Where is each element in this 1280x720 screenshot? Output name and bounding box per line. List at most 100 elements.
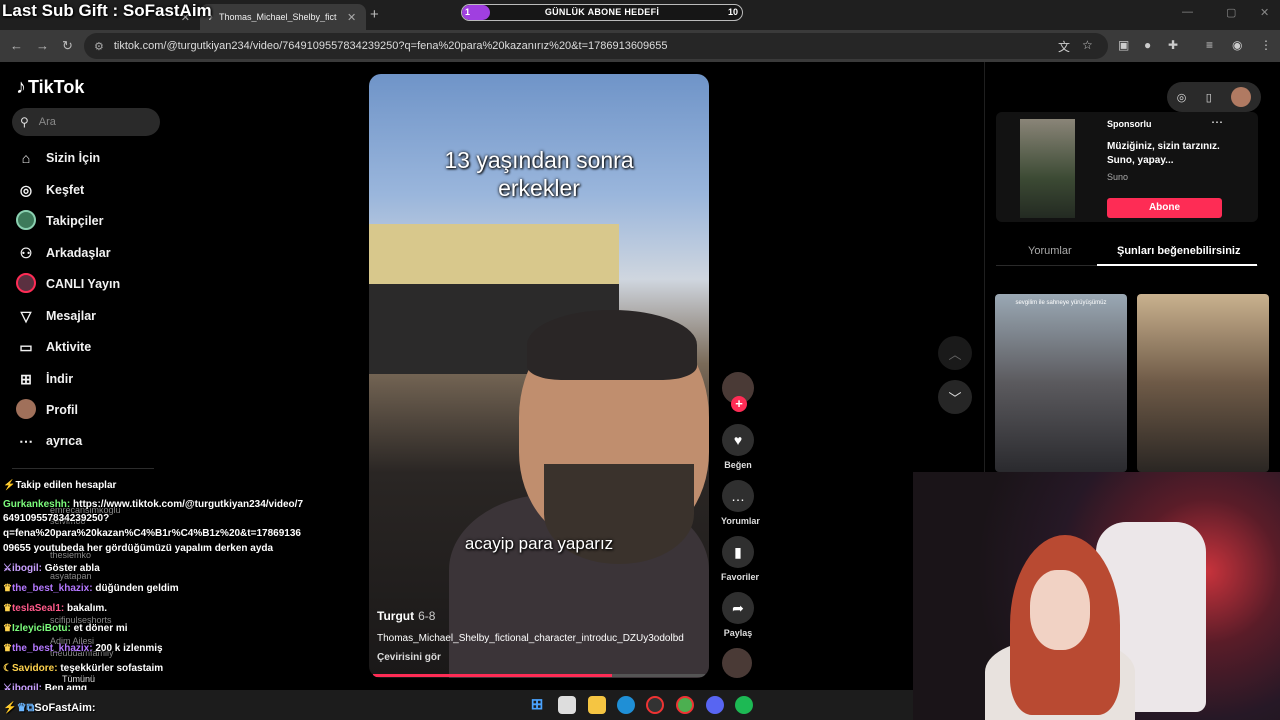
chrome-icon[interactable] (676, 696, 694, 714)
tab-comments[interactable]: Yorumlar (1028, 245, 1072, 257)
reading-list-icon[interactable]: ≡ (1206, 38, 1213, 52)
browser-menu-icon[interactable]: ⋮ (1260, 38, 1272, 52)
suggested-video-thumb[interactable] (1137, 294, 1269, 472)
close-window-icon[interactable]: ✕ (1260, 6, 1269, 19)
sidebar-item-friends[interactable]: ⚇ Arkadaşlar (16, 243, 111, 263)
sidebar-item-profile[interactable]: Profil (16, 398, 78, 422)
file-explorer-icon[interactable] (588, 696, 606, 714)
sidebar-item-label: Arkadaşlar (46, 246, 111, 260)
url-bar[interactable]: ⚙ tiktok.com/@turgutkiyan234/video/76491… (84, 33, 1108, 59)
taskbar (0, 690, 913, 720)
crown-icon: ♛ (3, 643, 12, 654)
crown-icon: ♛ (3, 583, 12, 594)
like-button[interactable]: ♥ Beğen (721, 424, 755, 470)
chat-message: q=fena%20para%20kazan%C4%B1r%C4%B1z%20&t… (3, 527, 301, 540)
translate-icon[interactable]: 文 (1058, 38, 1070, 55)
sidebar-item-explore[interactable]: ◎ Keşfet (16, 180, 84, 200)
badge-icon: ⚡♛⧉ (3, 702, 35, 714)
top-right-controls: ◎ ▯ (1167, 82, 1261, 112)
crown-icon: ♛ (3, 603, 12, 614)
extension-icon[interactable]: ● (1144, 38, 1151, 52)
chat-header-line: ⚡Takip edilen hesaplar (3, 479, 116, 492)
spotify-icon[interactable] (735, 696, 753, 714)
chat-user: Gurkankeshh: (3, 499, 71, 510)
compass-icon: ◎ (19, 181, 33, 198)
chat-text: teşekkürler sofastaim (60, 663, 164, 674)
chat-message: ♛teslaSeal1: bakalım. (3, 602, 107, 615)
video-progress-bar[interactable] (373, 674, 705, 677)
download-icon: ⊞ (20, 370, 32, 387)
reload-icon[interactable]: ↻ (62, 38, 73, 54)
post-date: 6-8 (418, 609, 436, 623)
back-icon[interactable]: ← (10, 38, 23, 53)
share-button[interactable]: ➦ Paylaş (721, 592, 755, 638)
sidebar-divider (12, 468, 154, 469)
profile-avatar[interactable]: ◉ (1232, 38, 1242, 52)
logo-text: TikTok (28, 77, 85, 97)
maximize-icon[interactable]: ▢ (1226, 6, 1236, 19)
task-view-icon[interactable] (558, 696, 576, 714)
previous-video-button[interactable]: ︿ (938, 336, 972, 370)
badge-icon: ⚔ (3, 563, 12, 574)
sidebar-item-messages[interactable]: ▽ Mesajlar (16, 306, 96, 326)
sidebar-item-more[interactable]: ⋯ ayrıca (16, 431, 82, 451)
ad-more-icon[interactable]: ⋯ (1211, 115, 1223, 129)
forward-icon[interactable]: → (36, 38, 49, 53)
chat-user: SoFastAim: (34, 702, 96, 714)
sidebar-item-label: ayrıca (46, 434, 83, 448)
sidebar-item-for-you[interactable]: ⌂ Sizin İçin (16, 148, 100, 168)
webcam-streamer-face (1030, 570, 1090, 650)
chat-message: ☾Savidore: teşekkürler sofastaim (3, 662, 163, 675)
ad-thumbnail[interactable] (1020, 119, 1075, 218)
favorites-button[interactable]: ▮ Favoriler (721, 536, 760, 582)
ad-title: Müziğiniz, sizin tarzınız. Suno, yapay..… (1107, 141, 1220, 166)
edge-icon[interactable] (617, 696, 635, 714)
new-tab-icon[interactable]: + (370, 6, 379, 23)
chat-user: the_best_khazix: (11, 643, 93, 654)
chat-message: ♛the_best_khazix: düğünden geldim (3, 582, 179, 595)
comments-button[interactable]: … Yorumlar (721, 480, 760, 526)
address-toolbar: ← → ↻ ⚙ tiktok.com/@turgutkiyan234/video… (0, 30, 1280, 62)
bookmark-star-icon[interactable]: ☆ (1082, 38, 1093, 52)
profile-avatar[interactable] (1231, 87, 1252, 107)
device-icon[interactable]: ▯ (1206, 91, 1212, 104)
sidebar-item-live[interactable]: CANLI Yayın (16, 272, 120, 294)
tab-2[interactable]: ♪ Thomas_Michael_Shelby_fictional ✕ (200, 4, 366, 30)
chat-message: ⚔ibogil: Göster abla (3, 562, 100, 575)
close-tab-icon[interactable]: ✕ (347, 11, 356, 24)
video-author[interactable]: Turgut 6-8 (377, 609, 435, 623)
sidebar-item-download[interactable]: ⊞ İndir (16, 369, 73, 389)
obs-icon[interactable] (646, 696, 664, 714)
sidebar-item-activity[interactable]: ▭ Aktivite (16, 337, 91, 357)
ad-subscribe-button[interactable]: Abone (1107, 198, 1222, 218)
follow-plus-button[interactable]: + (731, 396, 747, 412)
site-info-icon[interactable]: ⚙ (94, 40, 104, 53)
video-player[interactable]: 13 yaşından sonra erkekler acayip para y… (369, 74, 709, 678)
avatar-icon (16, 398, 36, 422)
video-progress-fill (373, 674, 613, 677)
favorites-label: Favoriler (721, 572, 760, 582)
comment-icon: … (722, 480, 754, 512)
sidebar-item-label: Sizin İçin (46, 151, 101, 165)
suggested-video-thumb[interactable]: sevgilim ile sahneye yürüyüşümüz (995, 294, 1127, 472)
chat-text: 649109557834239250? (3, 513, 110, 524)
search-input[interactable]: ⚲ Ara (12, 108, 160, 136)
bookmark-icon: ▮ (722, 536, 754, 568)
extension-icon[interactable]: ▣ (1118, 38, 1129, 52)
tiktok-logo[interactable]: ♪ TikTok (16, 76, 84, 99)
chat-message: ♛the_best_khazix: 200 k izlenmiş (3, 642, 163, 655)
more-icon: ⋯ (19, 432, 33, 449)
coin-icon[interactable]: ◎ (1177, 91, 1187, 104)
extensions-puzzle-icon[interactable]: ✚ (1168, 38, 1178, 52)
sidebar-item-followers[interactable]: Takipçiler (16, 209, 103, 231)
chat-message: ♛IzleyiciBotu: et döner mi (3, 622, 128, 635)
minimize-icon[interactable]: — (1182, 6, 1193, 18)
next-video-button[interactable]: ﹀ (938, 380, 972, 414)
chat-text: Göster abla (44, 563, 100, 574)
discord-icon[interactable] (706, 696, 724, 714)
see-translation-link[interactable]: Çevirisini gör (377, 652, 441, 663)
share-label: Paylaş (723, 628, 753, 638)
music-disc-icon[interactable] (722, 648, 752, 678)
windows-start-icon[interactable]: ⊞ (528, 696, 546, 714)
tab-suggested[interactable]: Şunları beğenebilirsiniz (1117, 245, 1240, 257)
